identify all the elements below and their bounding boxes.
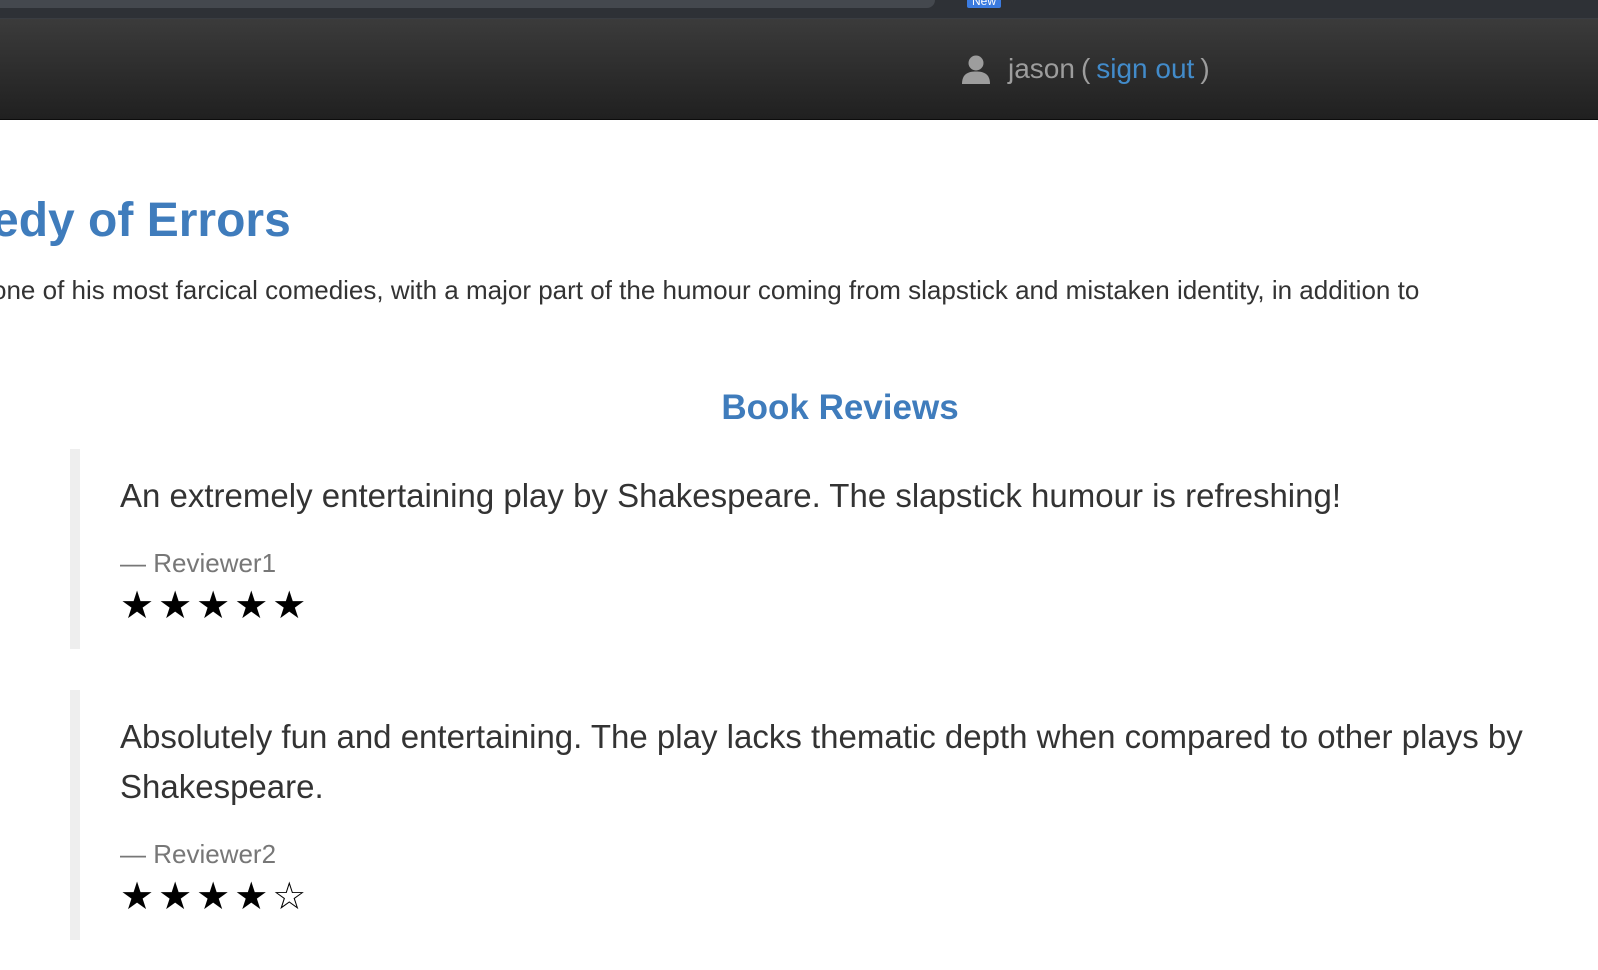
star-rating: ★★★★★ bbox=[120, 583, 311, 627]
reviewer-name: — Reviewer2 bbox=[120, 839, 277, 869]
close-paren: ) bbox=[1200, 53, 1210, 84]
browser-top-strip: New bbox=[0, 0, 1598, 19]
open-paren: ( bbox=[1080, 53, 1091, 84]
review-item: An extremely entertaining play by Shakes… bbox=[70, 449, 1530, 649]
reviewer-name: — Reviewer1 bbox=[120, 548, 277, 578]
reviews-heading: Book Reviews bbox=[721, 388, 959, 427]
book-summary: one of his most farcical comedies, with … bbox=[0, 275, 1420, 305]
browser-address-bar[interactable] bbox=[0, 0, 935, 8]
review-text: Absolutely fun and entertaining. The pla… bbox=[120, 718, 1523, 805]
username: jason bbox=[1008, 53, 1075, 84]
review-item: Absolutely fun and entertaining. The pla… bbox=[70, 690, 1530, 940]
navbar: jason ( sign out ) bbox=[0, 19, 1598, 120]
sign-out-link[interactable]: sign out bbox=[1096, 53, 1194, 85]
user-area: jason ( sign out ) bbox=[960, 49, 1216, 89]
star-rating: ★★★★☆ bbox=[120, 874, 311, 918]
user-icon bbox=[962, 55, 990, 84]
review-text: An extremely entertaining play by Shakes… bbox=[120, 477, 1342, 514]
new-badge: New bbox=[967, 0, 1002, 8]
book-title: edy of Errors bbox=[0, 194, 291, 247]
